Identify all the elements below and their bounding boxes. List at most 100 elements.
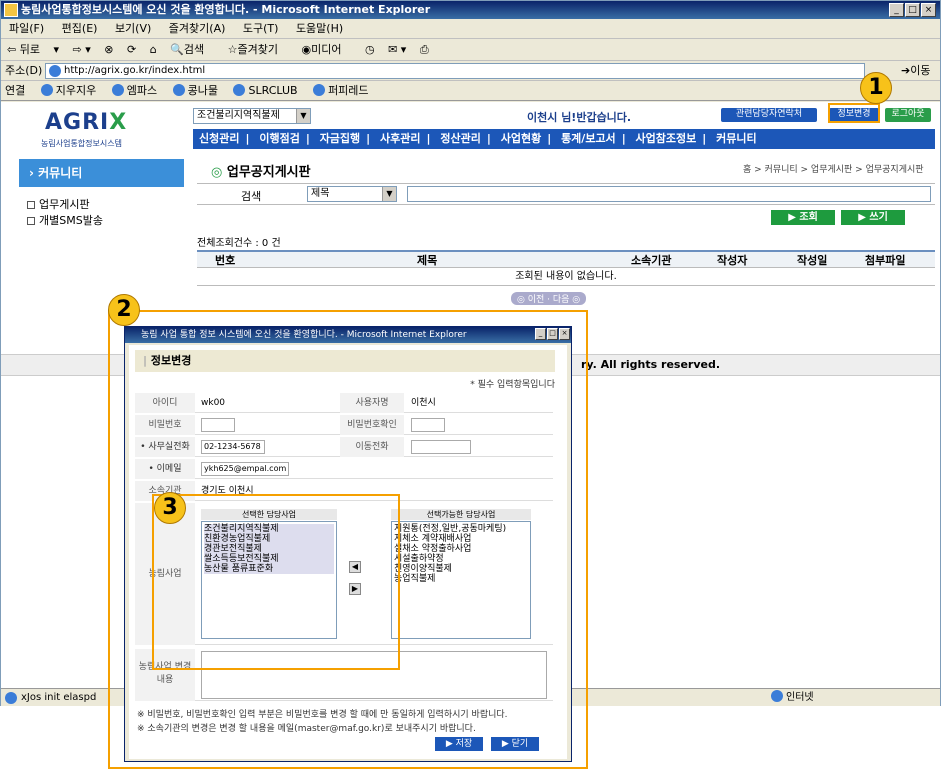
row-password: 비밀번호 비밀번호확인	[135, 415, 553, 435]
row-id: 아이디 wk00 사용자명 이천시	[135, 393, 553, 413]
nav-funds[interactable]: 자금집행	[314, 132, 366, 145]
list-item[interactable]: 지체소 계약재배사업	[394, 534, 528, 544]
back-button[interactable]: ⇦ 뒤로 ▾	[7, 43, 59, 56]
circle-bullet-icon: ◎	[211, 165, 227, 180]
callout-box-1	[828, 103, 880, 123]
go-button[interactable]: ➔이동	[901, 61, 930, 81]
popup-maximize-button[interactable]: □	[547, 328, 558, 340]
ie-icon	[4, 3, 18, 17]
required-note: * 필수 입력항목입니다	[470, 380, 555, 390]
links-bar: 연결 지우지우 엠파스 콩나물 SLRCLUB 퍼피레드	[1, 81, 940, 101]
history-icon[interactable]: ◷	[365, 43, 375, 56]
contact-button[interactable]: 관련담당자연락처	[721, 108, 817, 122]
copyright: ry. All rights reserved.	[581, 358, 721, 371]
logout-button[interactable]: 로그아웃	[885, 108, 931, 122]
side-item-sms[interactable]: 개별SMS발송	[27, 212, 103, 228]
menu-favorites[interactable]: 즐겨찾기(A)	[169, 22, 226, 35]
list-item[interactable]: 지원통(전정,일반,공동마케팅)	[394, 524, 528, 534]
favorites-button[interactable]: ☆즐겨찾기	[228, 43, 288, 56]
password-confirm-input[interactable]	[411, 418, 445, 432]
logo-subtitle: 농림사업통합정보시스템	[41, 139, 122, 148]
menu-tools[interactable]: 도구(T)	[243, 22, 279, 35]
close-button[interactable]: ×	[921, 3, 936, 17]
globe-icon	[172, 84, 185, 96]
id-label: 아이디	[135, 393, 195, 413]
nav-status[interactable]: 사업현황	[495, 132, 547, 145]
maximize-button[interactable]: □	[905, 3, 920, 17]
bullet-icon	[27, 201, 35, 209]
link-item[interactable]: 지우지우	[40, 84, 96, 97]
nav-stats[interactable]: 통계/보고서	[555, 132, 622, 145]
search-field-select[interactable]: 제목 ▼	[307, 186, 397, 202]
link-item[interactable]: 엠파스	[111, 84, 157, 97]
col-date: 작성일	[797, 254, 828, 267]
search-input[interactable]	[407, 186, 931, 202]
col-author: 작성자	[717, 254, 748, 267]
globe-icon	[233, 84, 246, 96]
links-label: 연결	[5, 84, 26, 97]
mail-icon[interactable]: ✉ ▾	[388, 43, 406, 56]
callout-number-3: 3	[154, 492, 186, 524]
password-input[interactable]	[201, 418, 235, 432]
id-value: wk00	[201, 398, 226, 408]
org-change-note: ※ 소속기관의 변경은 변경 할 내용을 메일(master@maf.go.kr…	[137, 724, 476, 734]
menu-view[interactable]: 보기(V)	[115, 22, 151, 35]
list-item[interactable]: 친영이양직불제	[394, 564, 528, 574]
media-button[interactable]: ◉미디어	[301, 43, 351, 56]
home-icon[interactable]: ⌂	[150, 43, 157, 56]
org-select[interactable]: 조건불리지역직불제 ▼	[193, 108, 311, 124]
office-phone-input[interactable]: 02-1234-5678	[201, 440, 265, 454]
side-item-board[interactable]: 업무게시판	[27, 196, 90, 212]
pager[interactable]: ◎ 이전 · 다음 ◎	[511, 292, 587, 305]
side-title: › 커뮤니티	[19, 159, 184, 187]
address-input[interactable]: http://agrix.go.kr/index.html	[45, 63, 865, 79]
window-title: 농림사업통합정보시스템에 오신 것을 환영합니다. - Microsoft In…	[1, 1, 940, 19]
menu-help[interactable]: 도움말(H)	[296, 22, 343, 35]
greeting: 이천시 님!반갑습니다.	[527, 111, 632, 124]
empty-message: 조회된 내용이 없습니다.	[197, 268, 935, 286]
link-item[interactable]: 퍼피레드	[313, 84, 369, 97]
password-label: 비밀번호	[135, 415, 195, 435]
nav-aftercare[interactable]: 사후관리	[374, 132, 426, 145]
callout-box-3	[152, 494, 400, 670]
forward-icon[interactable]: ⇨ ▾	[73, 43, 91, 56]
minimize-button[interactable]: _	[889, 3, 904, 17]
close-popup-button[interactable]: ▶ 닫기	[491, 737, 539, 751]
menu-edit[interactable]: 편집(E)	[62, 22, 98, 35]
save-button[interactable]: ▶ 저장	[435, 737, 483, 751]
list-item[interactable]: 설채소 약정출하사업	[394, 544, 528, 554]
site-logo[interactable]: AGRIX	[45, 110, 127, 135]
zone-indicator: 인터넷	[771, 689, 814, 707]
popup-close-button[interactable]: ×	[559, 328, 570, 340]
user-value: 이천시	[411, 398, 436, 408]
link-item[interactable]: 콩나물	[172, 84, 218, 97]
status-text: xJos init elaspd	[21, 692, 97, 703]
mobile-input[interactable]	[411, 440, 471, 454]
refresh-icon[interactable]: ⟳	[127, 43, 136, 56]
available-list[interactable]: 지원통(전정,일반,공동마케팅) 지체소 계약재배사업 설채소 약정출하사업 시…	[391, 521, 531, 639]
password-note: ※ 비밀번호, 비밀번호확인 입력 부분은 비밀번호를 변경 할 때에 만 동일…	[137, 710, 508, 720]
nav-inspect[interactable]: 이행점검	[253, 132, 305, 145]
nav-community[interactable]: 커뮤니티	[710, 132, 762, 145]
print-icon[interactable]: ⎙	[420, 43, 429, 56]
link-item[interactable]: SLRCLUB	[233, 84, 298, 97]
globe-icon	[111, 84, 124, 96]
page-icon	[49, 65, 61, 77]
list-item[interactable]: 시설출하약정	[394, 554, 528, 564]
write-button[interactable]: ▶ 쓰기	[841, 210, 905, 225]
popup-minimize-button[interactable]: _	[535, 328, 546, 340]
menu-file[interactable]: 파일(F)	[9, 22, 44, 35]
bullet-icon	[27, 217, 35, 225]
nav-settlement[interactable]: 정산관리	[434, 132, 486, 145]
email-input[interactable]: ykh625@empal.com	[201, 462, 289, 476]
nav-reference[interactable]: 사업참조정보	[630, 132, 703, 145]
nav-apply[interactable]: 신청관리	[193, 132, 245, 145]
list-item[interactable]: 농업직불제	[394, 574, 528, 584]
stop-icon[interactable]: ⊗	[104, 43, 113, 56]
globe-icon	[40, 84, 53, 96]
address-label: 주소(D)	[5, 64, 43, 77]
search-label: 검색	[241, 190, 262, 203]
search-button[interactable]: ▶ 조회	[771, 210, 835, 225]
password-confirm-label: 비밀번호확인	[340, 415, 404, 435]
search-button[interactable]: 🔍검색	[170, 43, 214, 56]
